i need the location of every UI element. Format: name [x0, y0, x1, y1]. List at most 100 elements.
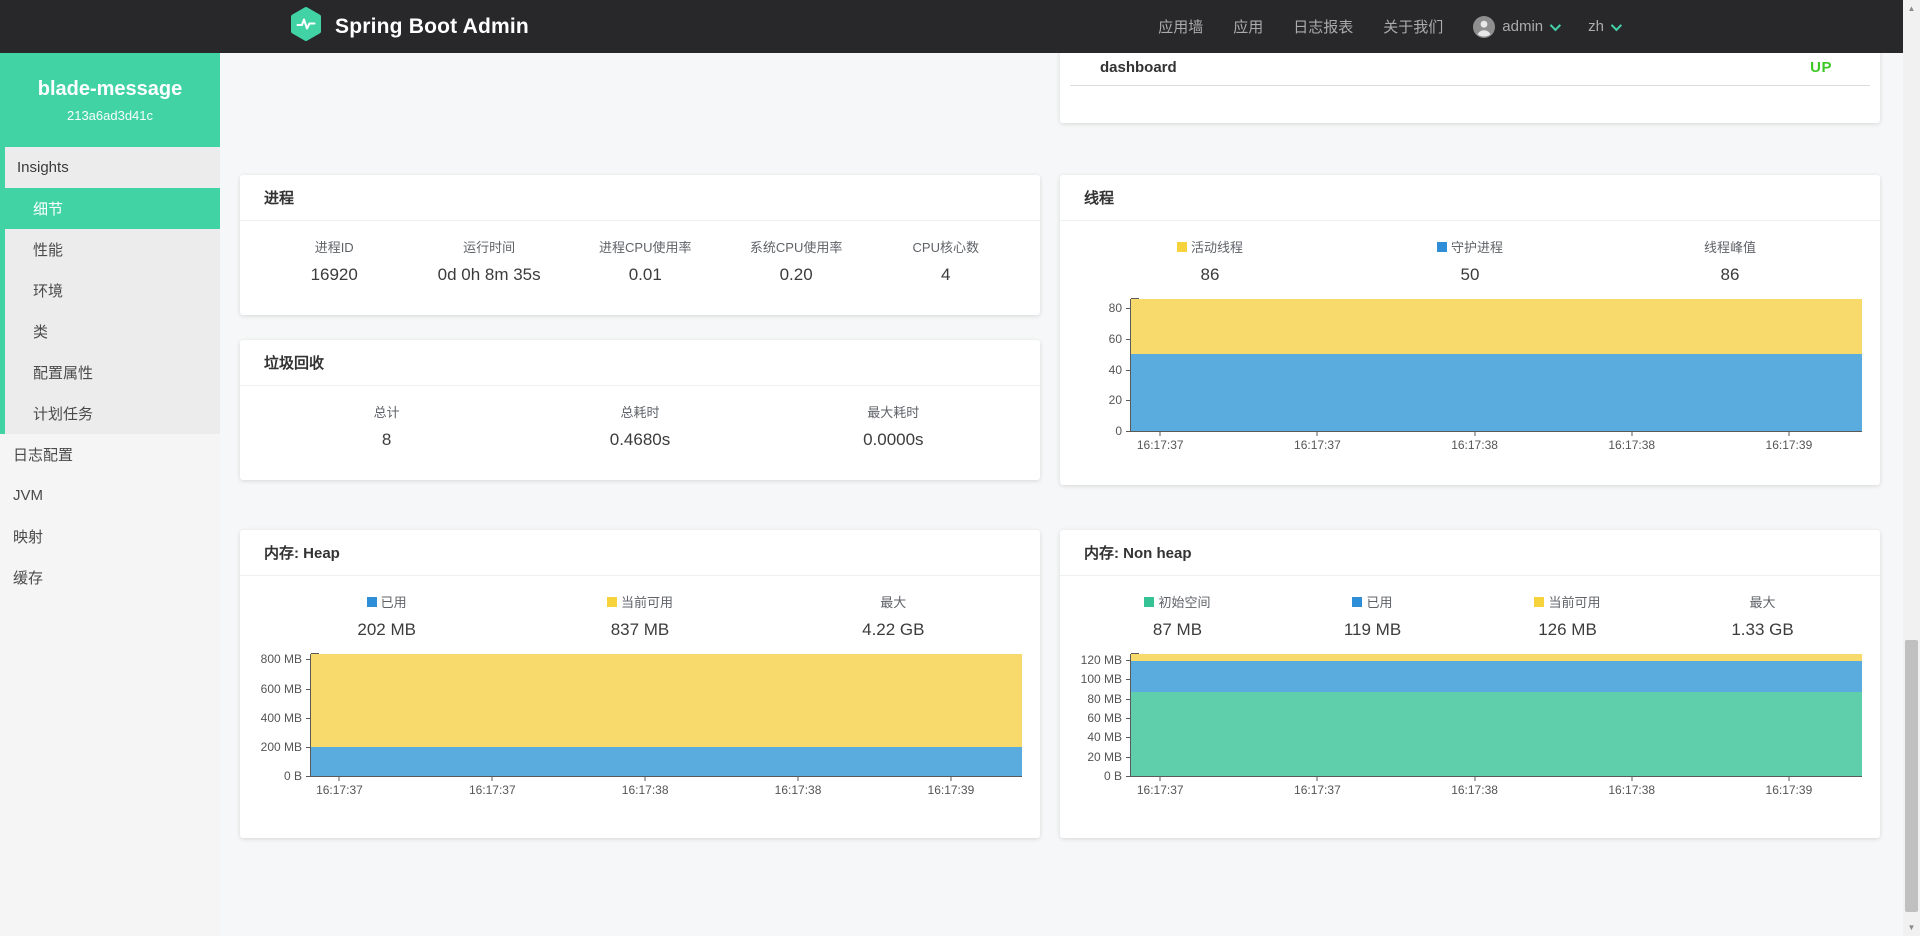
nav-item-applications[interactable]: 应用	[1233, 16, 1263, 37]
user-dropdown[interactable]: admin	[1473, 16, 1558, 38]
sidebar-item-jvm[interactable]: JVM	[0, 475, 220, 516]
main-content: dashboard UP 进程 进程ID 16920 运行时间 0d 0h 8m…	[220, 53, 1903, 936]
language-label: zh	[1588, 18, 1604, 35]
sidebar-item-metrics[interactable]: 性能	[5, 229, 220, 270]
stat-gc-total-time: 总耗时 0.4680s	[595, 402, 685, 450]
series-color-swatch	[1177, 242, 1187, 252]
x-axis-tick-label: 16:17:38	[775, 783, 822, 797]
chart-area-初始空间	[1131, 692, 1862, 776]
language-dropdown[interactable]: zh	[1588, 18, 1619, 35]
user-avatar-icon	[1473, 16, 1495, 38]
top-navbar: Spring Boot Admin 应用墙 应用 日志报表 关于我们 admin	[0, 0, 1903, 53]
application-name: blade-message	[38, 78, 183, 101]
sidebar-item-scheduled-tasks[interactable]: 计划任务	[5, 393, 220, 434]
y-axis-tick-label: 40 MB	[1087, 730, 1122, 744]
y-axis-tick-mark	[1126, 757, 1131, 758]
series-color-swatch	[367, 597, 377, 607]
series-color-swatch	[1437, 242, 1447, 252]
y-axis-tick-label: 80	[1109, 301, 1122, 315]
y-axis-tick-mark	[306, 718, 311, 719]
brand[interactable]: Spring Boot Admin	[288, 6, 529, 47]
y-axis-tick-mark	[306, 689, 311, 690]
y-axis-tick-mark	[1126, 660, 1131, 661]
sidebar-item-environment[interactable]: 环境	[5, 270, 220, 311]
navbar-menu: 应用墙 应用 日志报表 关于我们 admin zh	[1158, 16, 1903, 38]
card-title: 线程	[1060, 175, 1880, 221]
x-axis-tick-label: 16:17:37	[469, 783, 516, 797]
card-title: 进程	[240, 175, 1040, 221]
nav-item-about[interactable]: 关于我们	[1383, 16, 1443, 37]
x-axis-tick-label: 16:17:38	[622, 783, 669, 797]
threads-card: 线程 活动线程 86 守护进程 50 线程峰值	[1060, 175, 1880, 485]
legend-nonheap-initial: 初始空间 87 MB	[1133, 592, 1223, 640]
x-axis-tick-mark	[1474, 776, 1475, 781]
y-axis-tick-mark	[1126, 737, 1131, 738]
x-axis-tick-mark	[1788, 431, 1789, 436]
x-axis-tick-label: 16:17:39	[1766, 438, 1813, 452]
scrollbar-thumb[interactable]	[1905, 640, 1918, 912]
sidebar-item-loggers[interactable]: 日志配置	[0, 434, 220, 475]
y-axis-tick-mark	[1126, 679, 1131, 680]
stat-cpu-cores: CPU核心数 4	[901, 237, 991, 285]
chart-area-守护进程	[1131, 354, 1862, 431]
x-axis-tick-mark	[492, 776, 493, 781]
stat-uptime: 运行时间 0d 0h 8m 35s	[438, 237, 541, 285]
status-badge: UP	[1810, 59, 1832, 76]
x-axis-tick-label: 16:17:37	[316, 783, 363, 797]
nav-item-wall[interactable]: 应用墙	[1158, 16, 1203, 37]
y-axis-tick-label: 100 MB	[1081, 672, 1122, 686]
y-axis-tick-mark	[1126, 370, 1131, 371]
process-card: 进程 进程ID 16920 运行时间 0d 0h 8m 35s 进程CPU使用率…	[240, 175, 1040, 315]
spring-boot-admin-logo-icon	[288, 6, 324, 47]
chart-area-已用	[311, 747, 1022, 776]
x-axis-tick-label: 16:17:37	[1137, 438, 1184, 452]
y-axis-tick-label: 0	[1115, 424, 1122, 438]
y-axis-tick-label: 400 MB	[261, 711, 302, 725]
y-axis-tick-mark	[1126, 431, 1131, 432]
x-axis-tick-label: 16:17:38	[1451, 438, 1498, 452]
series-color-swatch	[1534, 597, 1544, 607]
x-axis-tick-label: 16:17:39	[1766, 783, 1813, 797]
y-axis-tick-mark	[1126, 339, 1131, 340]
y-axis-tick-label: 20 MB	[1087, 750, 1122, 764]
x-axis-tick-label: 16:17:38	[1608, 783, 1655, 797]
y-axis-tick-mark	[1126, 308, 1131, 309]
sidebar-item-details[interactable]: 细节	[0, 188, 220, 229]
nonheap-chart: 120 MB100 MB80 MB60 MB40 MB20 MB0 B16:17…	[1130, 654, 1862, 777]
sidebar-item-classes[interactable]: 类	[5, 311, 220, 352]
legend-peak-threads: 线程峰值 86	[1685, 237, 1775, 285]
y-axis-tick-mark	[306, 776, 311, 777]
y-axis-tick-label: 200 MB	[261, 740, 302, 754]
series-color-swatch	[1144, 597, 1154, 607]
vertical-scrollbar[interactable]: ▲ ▼	[1903, 0, 1920, 936]
application-status-card: dashboard UP	[1060, 53, 1880, 123]
sidebar-item-config-props[interactable]: 配置属性	[5, 352, 220, 393]
y-axis-tick-mark	[1126, 699, 1131, 700]
x-axis-tick-mark	[950, 776, 951, 781]
x-axis-tick-mark	[1160, 776, 1161, 781]
x-axis-tick-mark	[1474, 431, 1475, 436]
y-axis-tick-mark	[1126, 776, 1131, 777]
x-axis-tick-mark	[339, 776, 340, 781]
sidebar-group-insights: Insights 细节 性能 环境 类 配置属性 计划任务	[0, 147, 220, 434]
y-axis-tick-label: 0 B	[1104, 769, 1122, 783]
x-axis-tick-mark	[645, 776, 646, 781]
scrollbar-down-arrow-icon[interactable]: ▼	[1903, 919, 1920, 936]
y-axis-tick-label: 120 MB	[1081, 653, 1122, 667]
legend-nonheap-available: 当前可用 126 MB	[1523, 592, 1613, 640]
stat-pid: 进程ID 16920	[289, 237, 379, 285]
x-axis-tick-mark	[1317, 776, 1318, 781]
y-axis-tick-label: 60 MB	[1087, 711, 1122, 725]
y-axis-tick-mark	[306, 659, 311, 660]
memory-heap-card: 内存: Heap 已用 202 MB 当前可用 837 MB	[240, 530, 1040, 838]
application-row-dashboard[interactable]: dashboard UP	[1070, 53, 1870, 86]
x-axis-tick-mark	[1631, 431, 1632, 436]
y-axis-tick-mark	[1126, 400, 1131, 401]
sidebar-item-insights[interactable]: Insights	[5, 147, 220, 188]
scrollbar-up-arrow-icon[interactable]: ▲	[1903, 0, 1920, 17]
nonheap-legend: 初始空间 87 MB 已用 119 MB 当前可用 126	[1060, 576, 1880, 640]
nav-item-journal[interactable]: 日志报表	[1293, 16, 1353, 37]
sidebar-item-caches[interactable]: 缓存	[0, 557, 220, 598]
series-color-swatch	[607, 597, 617, 607]
sidebar-item-mappings[interactable]: 映射	[0, 516, 220, 557]
